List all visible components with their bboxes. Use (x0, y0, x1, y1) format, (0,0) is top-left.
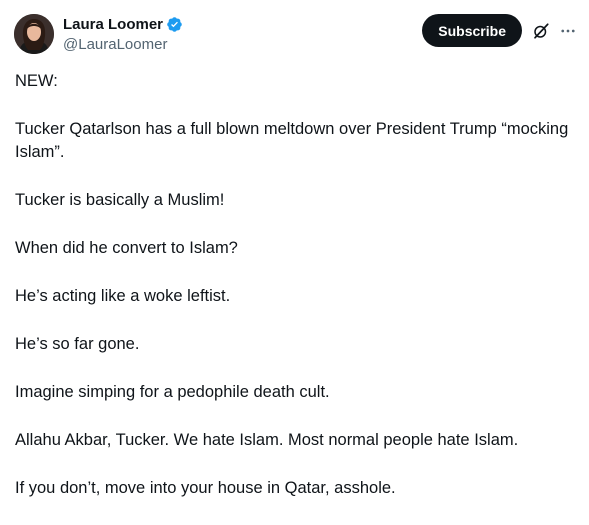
author-block: Laura Loomer @LauraLoomer (63, 14, 183, 55)
post-paragraph: Tucker is basically a Muslim! (15, 191, 225, 209)
verified-badge-icon (166, 16, 183, 33)
post: Laura Loomer @LauraLoomer Subscribe NEW:… (0, 0, 589, 507)
post-header: Laura Loomer @LauraLoomer Subscribe (14, 13, 577, 55)
avatar[interactable] (14, 14, 54, 54)
name-row: Laura Loomer (63, 14, 183, 34)
post-paragraph: Allahu Akbar, Tucker. We hate Islam. Mos… (15, 431, 519, 449)
post-paragraph: NEW: (15, 72, 58, 90)
post-paragraph: Imagine simping for a pedophile death cu… (15, 383, 330, 401)
post-text: NEW: Tucker Qatarlson has a full blown m… (15, 70, 575, 525)
display-name[interactable]: Laura Loomer (63, 16, 163, 33)
post-paragraph: Tucker Qatarlson has a full blown meltdo… (15, 120, 573, 161)
more-options-icon[interactable] (559, 22, 577, 40)
subscribe-button[interactable]: Subscribe (422, 14, 522, 47)
avatar-image (14, 14, 54, 54)
header-actions: Subscribe (422, 14, 577, 47)
post-paragraph: He’s acting like a woke leftist. (15, 287, 231, 305)
post-paragraph: If you don’t, move into your house in Qa… (15, 479, 396, 497)
handle[interactable]: @LauraLoomer (63, 35, 183, 55)
post-paragraph: When did he convert to Islam? (15, 239, 238, 257)
grok-icon[interactable] (532, 22, 550, 40)
post-paragraph: He’s so far gone. (15, 335, 140, 353)
